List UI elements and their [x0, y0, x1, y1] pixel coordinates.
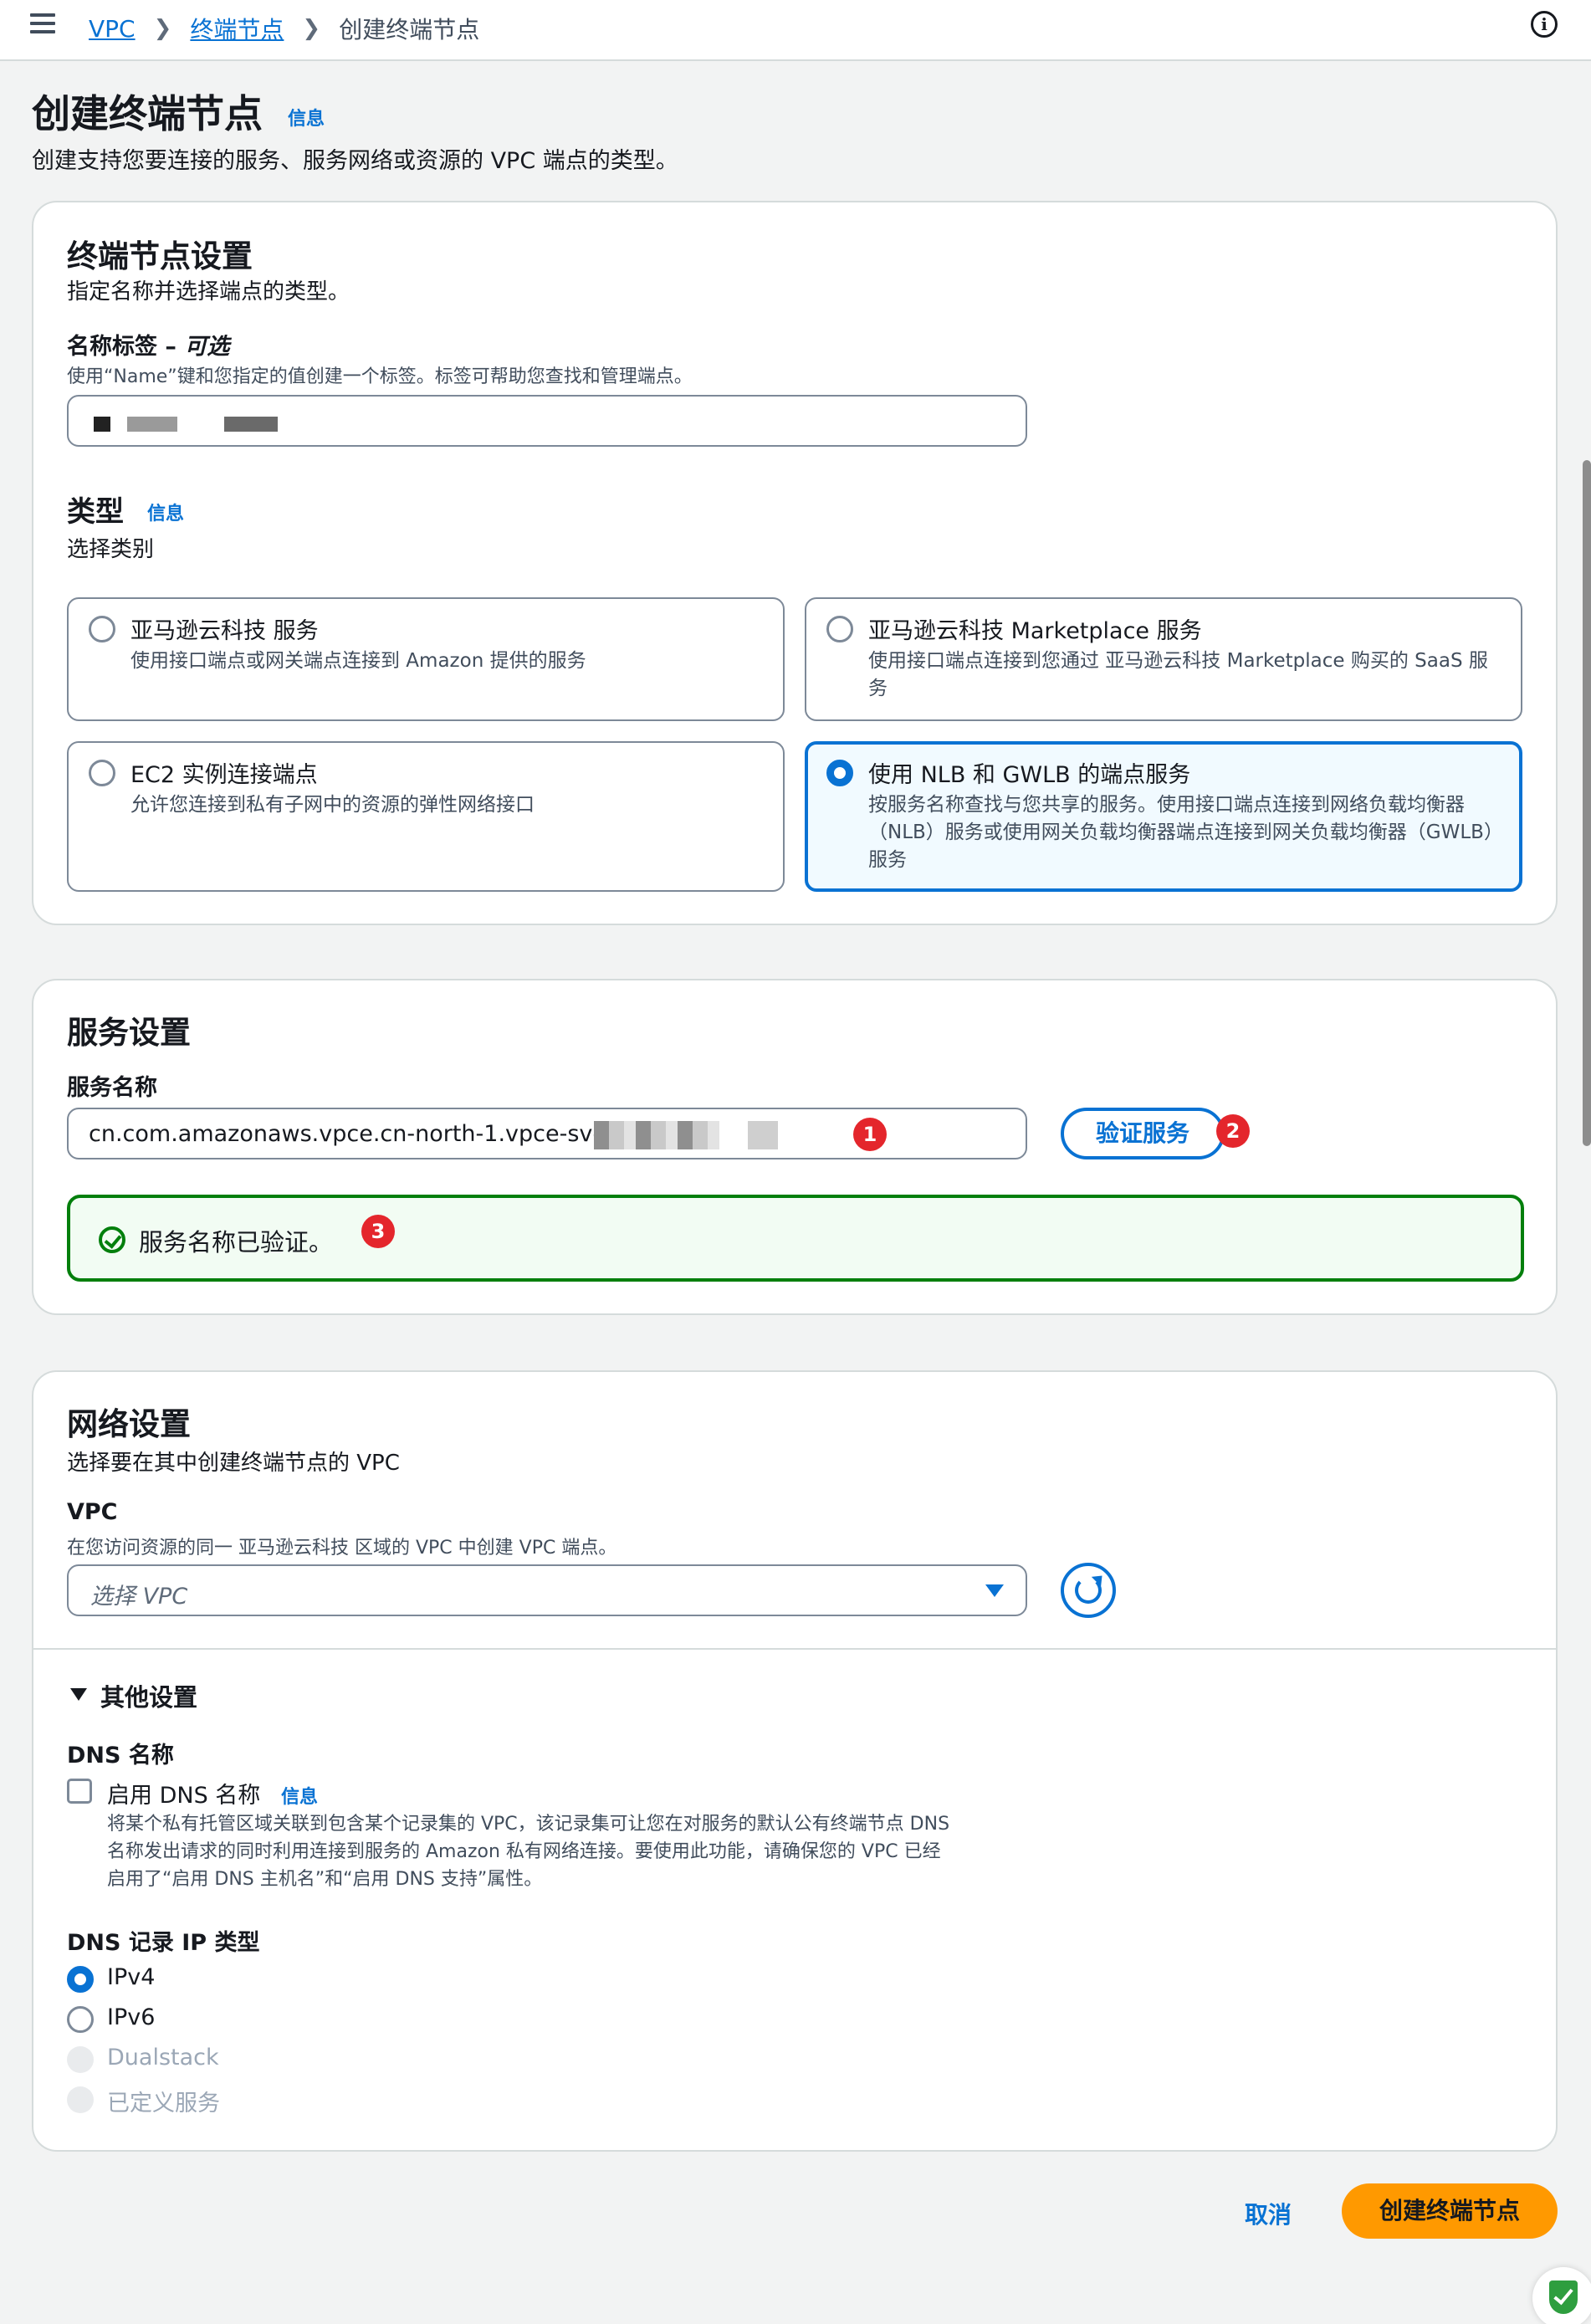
top-bar: VPC ❯ 终端节点 ❯ 创建终端节点 i — [0, 0, 1591, 61]
verified-message: 服务名称已验证。 — [139, 1228, 334, 1257]
radio-ipv4[interactable] — [67, 1966, 94, 1993]
radio-dualstack — [67, 2046, 94, 2073]
cancel-button[interactable]: 取消 — [1245, 2197, 1292, 2230]
vpc-label: VPC — [67, 1499, 118, 1525]
vpc-select-placeholder: 选择 VPC — [90, 1584, 188, 1610]
name-tag-hint: 使用“Name”键和您指定的值创建一个标签。标签可帮助您查找和管理端点。 — [67, 366, 693, 387]
endpoint-settings-desc: 指定名称并选择端点的类型。 — [67, 279, 350, 305]
service-defined-label: 已定义服务 — [107, 2091, 220, 2117]
create-endpoint-button[interactable]: 创建终端节点 — [1342, 2183, 1558, 2239]
refresh-icon[interactable] — [1061, 1563, 1116, 1618]
enable-dns-label[interactable]: 启用 DNS 名称 — [107, 1777, 260, 1810]
breadcrumb-vpc[interactable]: VPC — [89, 15, 136, 43]
endpoint-settings-title: 终端节点设置 — [67, 238, 253, 274]
name-tag-input[interactable] — [67, 395, 1027, 447]
service-settings-panel: 服务设置 服务名称 cn.com.amazonaws.vpce.cn-north… — [32, 979, 1558, 1315]
info-icon[interactable]: i — [1531, 11, 1558, 38]
breadcrumb-endpoints[interactable]: 终端节点 — [190, 12, 284, 45]
dns-name-title: DNS 名称 — [67, 1743, 174, 1769]
dns-desc: 将某个私有托管区域关联到包含某个记录集的 VPC，该记录集可让您在对服务的默认公… — [107, 1814, 950, 1890]
annotation-badge-2: 2 — [1216, 1114, 1250, 1148]
tile-title: EC2 实例连接端点 — [130, 762, 318, 788]
tile-desc: 按服务名称查找与您共享的服务。使用接口端点连接到网络负载均衡器（NLB）服务或使… — [868, 794, 1503, 871]
radio-aws-service[interactable] — [89, 616, 115, 642]
radio-ec2-instance-connect[interactable] — [89, 760, 115, 786]
expand-caret-icon[interactable] — [70, 1688, 87, 1701]
name-tag-label: 名称标签 – 可选 — [67, 334, 230, 360]
page-info-link[interactable]: 信息 — [288, 104, 325, 131]
name-tag-optional: 可选 — [184, 334, 230, 360]
breadcrumb: VPC ❯ 终端节点 ❯ 创建终端节点 — [89, 12, 479, 45]
redacted-block — [748, 1121, 778, 1149]
vpc-select[interactable]: 选择 VPC — [67, 1564, 1027, 1616]
tile-desc: 允许您连接到私有子网中的资源的弹性网络接口 — [130, 794, 535, 816]
enable-dns-checkbox[interactable] — [67, 1779, 92, 1804]
breadcrumb-current: 创建终端节点 — [339, 16, 480, 44]
chevron-right-icon: ❯ — [302, 16, 321, 41]
section-divider — [33, 1648, 1556, 1650]
caret-down-icon — [985, 1584, 1004, 1597]
tile-title: 使用 NLB 和 GWLB 的端点服务 — [868, 762, 1191, 788]
ipv6-label[interactable]: IPv6 — [107, 2004, 155, 2030]
success-check-icon — [99, 1226, 125, 1253]
type-tile-marketplace[interactable]: 亚马逊云科技 Marketplace 服务 使用接口端点连接到您通过 亚马逊云科… — [805, 597, 1522, 721]
redacted-block — [224, 417, 278, 432]
verified-alert: 服务名称已验证。 3 — [67, 1195, 1524, 1282]
endpoint-settings-panel: 终端节点设置 指定名称并选择端点的类型。 名称标签 – 可选 使用“Name”键… — [32, 201, 1558, 925]
network-settings-title: 网络设置 — [67, 1406, 191, 1442]
page-description: 创建支持您要连接的服务、服务网络或资源的 VPC 端点的类型。 — [32, 148, 678, 174]
type-desc: 选择类别 — [67, 537, 155, 562]
redacted-block — [127, 417, 177, 432]
type-title: 类型 — [67, 495, 124, 529]
radio-service-defined — [67, 2086, 94, 2113]
tile-title: 亚马逊云科技 服务 — [130, 618, 319, 644]
dualstack-label: Dualstack — [107, 2045, 219, 2071]
radio-ipv6[interactable] — [67, 2006, 94, 2033]
vpc-hint: 在您访问资源的同一 亚马逊云科技 区域的 VPC 中创建 VPC 端点。 — [67, 1538, 617, 1559]
radio-nlb-gwlb[interactable] — [826, 760, 853, 786]
scrollbar[interactable] — [1583, 460, 1591, 1146]
type-tile-nlb-gwlb[interactable]: 使用 NLB 和 GWLB 的端点服务 按服务名称查找与您共享的服务。使用接口端… — [805, 741, 1522, 892]
network-settings-panel: 网络设置 选择要在其中创建终端节点的 VPC VPC 在您访问资源的同一 亚马逊… — [32, 1370, 1558, 2152]
ipv4-label[interactable]: IPv4 — [107, 1964, 155, 1990]
network-settings-desc: 选择要在其中创建终端节点的 VPC — [67, 1451, 400, 1476]
dns-ip-type-title: DNS 记录 IP 类型 — [67, 1930, 260, 1956]
dns-info-link[interactable]: 信息 — [281, 1782, 318, 1809]
tile-desc: 使用接口端点或网关端点连接到 Amazon 提供的服务 — [130, 650, 586, 672]
page-title: 创建终端节点 — [32, 91, 263, 136]
annotation-badge-1: 1 — [853, 1118, 887, 1151]
annotation-badge-3: 3 — [361, 1215, 395, 1248]
type-info-link[interactable]: 信息 — [147, 499, 184, 525]
type-tile-ec2-instance-connect[interactable]: EC2 实例连接端点 允许您连接到私有子网中的资源的弹性网络接口 — [67, 741, 785, 892]
menu-icon[interactable] — [30, 13, 55, 33]
service-settings-title: 服务设置 — [67, 1015, 191, 1051]
verify-service-button[interactable]: 验证服务 — [1061, 1108, 1225, 1159]
chevron-right-icon: ❯ — [153, 16, 172, 41]
radio-marketplace[interactable] — [826, 616, 853, 642]
redacted-block — [94, 417, 110, 432]
type-tile-aws-service[interactable]: 亚马逊云科技 服务 使用接口端点或网关端点连接到 Amazon 提供的服务 — [67, 597, 785, 721]
redacted-block — [594, 1121, 719, 1149]
service-name-label: 服务名称 — [67, 1075, 157, 1101]
other-settings-toggle[interactable]: 其他设置 — [100, 1678, 197, 1713]
security-shield-icon[interactable] — [1532, 2267, 1591, 2324]
tile-desc: 使用接口端点连接到您通过 亚马逊云科技 Marketplace 购买的 SaaS… — [868, 650, 1488, 699]
service-name-value: cn.com.amazonaws.vpce.cn-north-1.vpce-sv… — [89, 1121, 613, 1147]
tile-title: 亚马逊云科技 Marketplace 服务 — [868, 618, 1202, 644]
